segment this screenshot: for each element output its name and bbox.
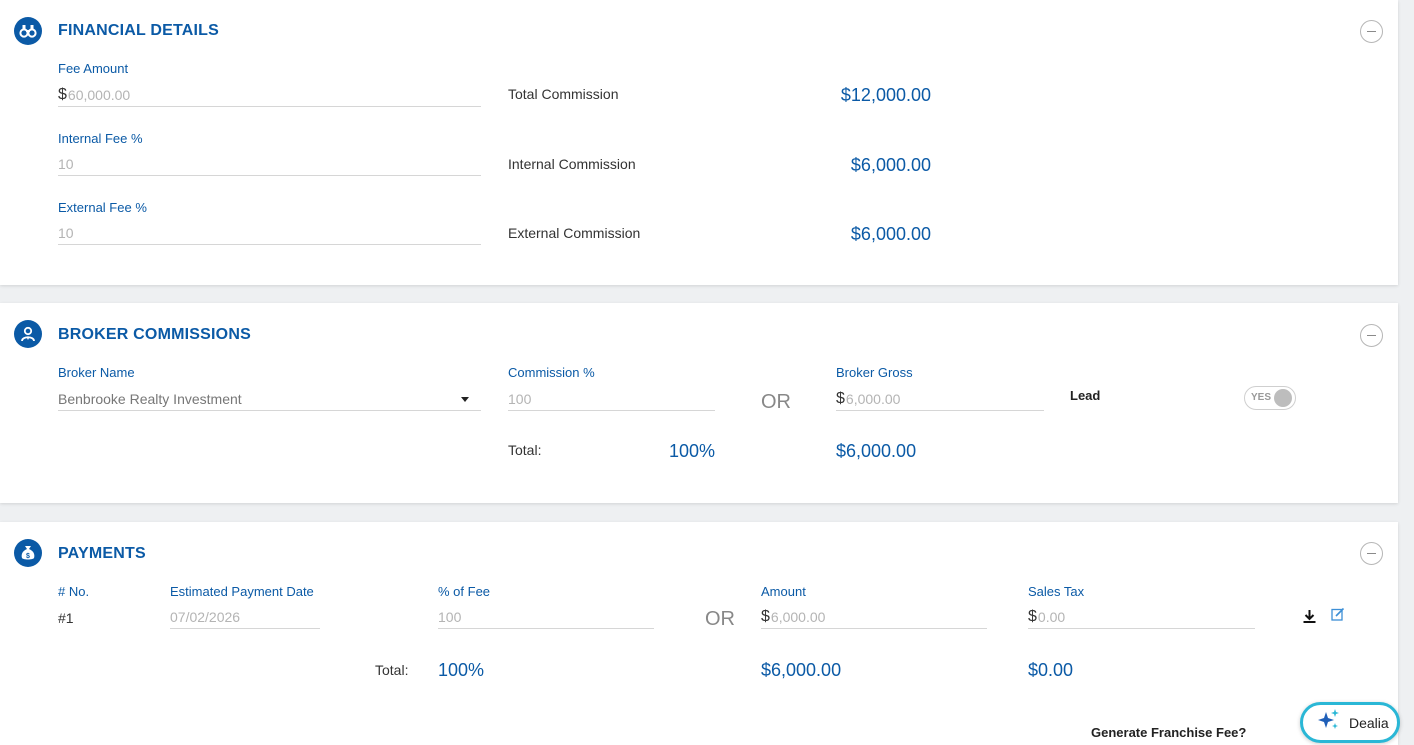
money-bag-icon: $ xyxy=(14,539,42,567)
total-pct-value: 100% xyxy=(668,441,715,461)
generate-franchise-fee-label: Generate Franchise Fee? xyxy=(1091,725,1247,740)
toggle-knob xyxy=(1274,389,1292,407)
payment-pct-input[interactable]: 100 xyxy=(438,605,654,629)
internal-commission-value: $6,000.00 xyxy=(850,155,931,175)
chevron-down-icon xyxy=(461,397,469,402)
financial-details-section: FINANCIAL DETAILS Fee Amount $ 60,000.00… xyxy=(0,0,1398,285)
collapse-button[interactable] xyxy=(1360,20,1383,43)
payment-pct-placeholder: 100 xyxy=(438,608,462,625)
internal-fee-placeholder: 10 xyxy=(58,155,74,172)
col-header-amount: Amount xyxy=(761,584,806,599)
total-label: Total: xyxy=(508,442,542,458)
external-commission-value: $6,000.00 xyxy=(850,224,931,244)
section-title: PAYMENTS xyxy=(58,545,146,562)
payment-amount-input[interactable]: $ 6,000.00 xyxy=(761,605,987,629)
collapse-button[interactable] xyxy=(1360,324,1383,347)
broker-gross-label: Broker Gross xyxy=(836,365,913,380)
currency-symbol: $ xyxy=(761,607,770,625)
total-commission-label: Total Commission xyxy=(508,86,619,102)
broker-gross-placeholder: 6,000.00 xyxy=(845,390,901,407)
total-tax-value: $0.00 xyxy=(1028,660,1074,680)
sales-tax-input[interactable]: $ 0.00 xyxy=(1028,605,1255,629)
section-title: BROKER COMMISSIONS xyxy=(58,326,251,343)
external-fee-placeholder: 10 xyxy=(58,224,74,241)
broker-gross-input[interactable]: $ 6,000.00 xyxy=(836,387,1044,411)
binoculars-icon xyxy=(14,17,42,45)
col-header-no: # No. xyxy=(58,584,90,599)
internal-commission-label: Internal Commission xyxy=(508,156,636,172)
broker-name-label: Broker Name xyxy=(58,365,135,380)
sales-tax-placeholder: 0.00 xyxy=(1037,608,1066,625)
total-commission-value: $12,000.00 xyxy=(840,85,931,105)
internal-fee-label: Internal Fee % xyxy=(58,131,143,146)
col-header-pct: % of Fee xyxy=(438,584,491,599)
external-commission-label: External Commission xyxy=(508,225,641,241)
dealia-assistant-button[interactable]: Dealia xyxy=(1300,702,1400,743)
external-fee-input[interactable]: 10 xyxy=(58,221,481,245)
payments-section: $ PAYMENTS # No. Estimated Payment Date … xyxy=(0,522,1398,745)
fee-amount-input[interactable]: $ 60,000.00 xyxy=(58,83,481,107)
broker-name-select[interactable]: Benbrooke Realty Investment xyxy=(58,387,481,411)
total-label: Total: xyxy=(375,662,409,678)
payment-date-input[interactable]: 07/02/2026 xyxy=(170,605,320,629)
commission-pct-placeholder: 100 xyxy=(508,390,532,407)
download-icon[interactable] xyxy=(1302,609,1317,624)
total-amount-value: $6,000.00 xyxy=(836,441,917,461)
toggle-label: YES xyxy=(1251,392,1272,403)
lead-label: Lead xyxy=(1070,388,1101,403)
payment-amount-placeholder: 6,000.00 xyxy=(770,608,826,625)
col-header-sales-tax: Sales Tax xyxy=(1028,584,1085,599)
fee-amount-label: Fee Amount xyxy=(58,61,129,76)
edit-icon[interactable] xyxy=(1331,607,1346,622)
svg-text:$: $ xyxy=(26,553,30,560)
currency-symbol: $ xyxy=(1028,607,1037,625)
lead-toggle[interactable]: YES xyxy=(1244,386,1296,410)
broker-commissions-section: BROKER COMMISSIONS Broker Name Benbrooke… xyxy=(0,303,1398,503)
fee-amount-placeholder: 60,000.00 xyxy=(67,86,131,103)
user-tie-icon xyxy=(14,320,42,348)
dealia-label: Dealia xyxy=(1349,714,1389,731)
section-title: FINANCIAL DETAILS xyxy=(58,22,220,39)
payment-number: #1 xyxy=(58,610,74,626)
total-amount-value: $6,000.00 xyxy=(761,660,842,680)
external-fee-label: External Fee % xyxy=(58,200,147,215)
broker-name-value: Benbrooke Realty Investment xyxy=(58,390,242,407)
total-pct-value: 100% xyxy=(438,660,485,680)
currency-symbol: $ xyxy=(836,389,845,407)
sparkle-icon xyxy=(1317,708,1341,737)
internal-fee-input[interactable]: 10 xyxy=(58,152,481,176)
commission-pct-input[interactable]: 100 xyxy=(508,387,715,411)
currency-symbol: $ xyxy=(58,85,67,103)
or-divider: OR xyxy=(761,391,791,413)
payment-date-placeholder: 07/02/2026 xyxy=(170,608,241,625)
col-header-date: Estimated Payment Date xyxy=(170,584,314,599)
commission-pct-label: Commission % xyxy=(508,365,595,380)
collapse-button[interactable] xyxy=(1360,542,1383,565)
or-divider: OR xyxy=(705,608,735,630)
